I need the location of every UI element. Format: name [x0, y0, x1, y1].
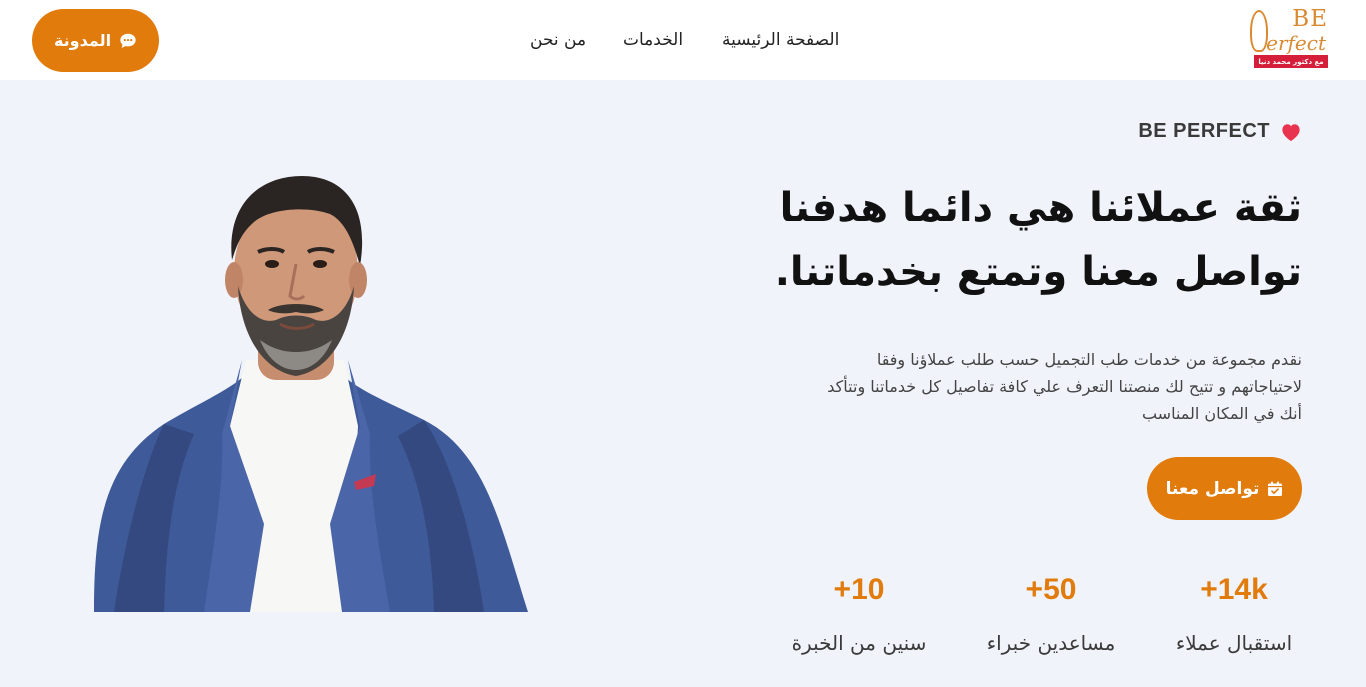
headline-line-2: تواصل معنا وتمتع بخدماتنا. — [774, 249, 1302, 295]
stat-label: مساعدين خبراء — [986, 631, 1116, 655]
logo-erfect-text: erfect — [1266, 31, 1326, 55]
stat-label: استقبال عملاء — [1175, 631, 1293, 655]
nav-services[interactable]: الخدمات — [623, 30, 683, 50]
hero-description: نقدم مجموعة من خدمات طب التجميل حسب طلب … — [827, 350, 1302, 423]
nav-home[interactable]: الصفحة الرئيسية — [722, 30, 839, 50]
hero-section: BE PERFECT ثقة عملائنا هي دائما هدفنا تو… — [0, 80, 1366, 687]
contact-us-label: تواصل معنا — [1165, 478, 1260, 499]
stat-clients: +14k استقبال عملاء — [1164, 573, 1304, 655]
contact-us-button[interactable]: تواصل معنا — [1147, 457, 1302, 520]
stat-value: +50 — [1025, 573, 1077, 606]
nav-about[interactable]: من نحن — [530, 30, 586, 50]
calendar-check-icon — [1268, 481, 1283, 496]
site-logo[interactable]: BE erfect مع دكتور محمد دنيا — [1244, 6, 1328, 70]
doctor-portrait — [94, 176, 528, 612]
stat-experience: +10 سنين من الخبرة — [784, 573, 934, 655]
main-nav: الصفحة الرئيسية الخدمات من نحن — [0, 30, 1366, 54]
headline-line-1: ثقة عملائنا هي دائما هدفنا — [779, 185, 1302, 231]
site-header: المدونة الصفحة الرئيسية الخدمات من نحن B… — [0, 0, 1366, 80]
stat-value: +10 — [833, 573, 885, 606]
stat-assistants: +50 مساعدين خبراء — [978, 573, 1124, 655]
stat-value: +14k — [1200, 573, 1268, 606]
stat-label: سنين من الخبرة — [791, 631, 927, 655]
hero-headline: ثقة عملائنا هي دائما هدفنا تواصل معنا وت… — [775, 176, 1302, 304]
logo-be-text: BE — [1292, 6, 1328, 32]
logo-tagline: مع دكتور محمد دنيا — [1254, 55, 1328, 68]
tagline-text: BE PERFECT — [1138, 120, 1270, 142]
hero-tagline: BE PERFECT — [1138, 120, 1302, 143]
heart-icon — [1282, 123, 1300, 141]
